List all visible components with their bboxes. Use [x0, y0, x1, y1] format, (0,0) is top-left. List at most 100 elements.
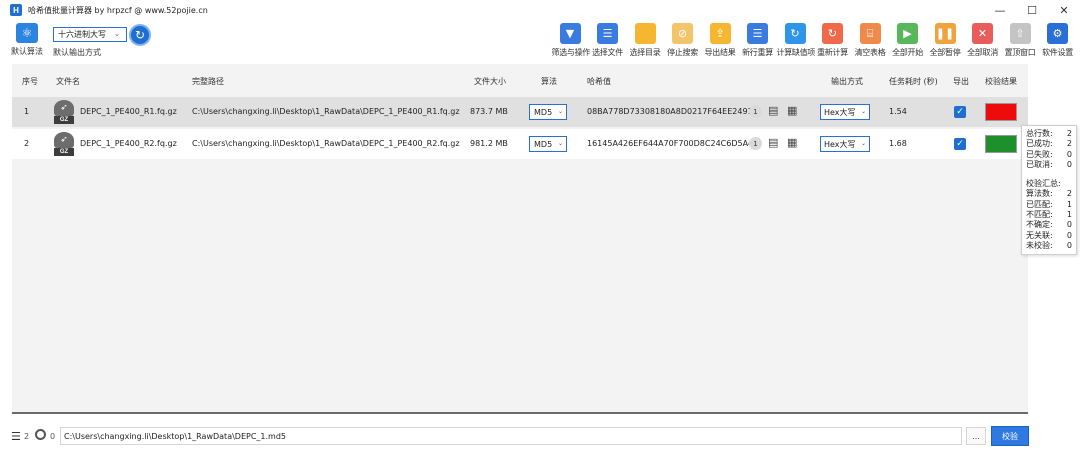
default-algo-button[interactable]: ⚛ 默认算法	[9, 23, 45, 57]
chevron-down-icon: ⌄	[557, 140, 563, 147]
verify-algo-count: 算法数: 2	[1026, 189, 1072, 199]
row-size: 981.2 MB	[470, 139, 508, 148]
export-results-label: 导出结果	[704, 48, 736, 57]
pause-all-button[interactable]: ❚❚ 全部暂停	[927, 23, 964, 58]
row-hash: 16145A426EF644A70F700D8C24C6D5A4	[587, 139, 754, 148]
header-index[interactable]: 序号	[22, 76, 38, 87]
pin-window-button[interactable]: ⇧ 置顶窗口	[1002, 23, 1039, 58]
header-hash[interactable]: 哈希值	[587, 76, 611, 87]
row-output-select[interactable]: Hex大写 ⌄	[820, 104, 870, 120]
recalculate-button[interactable]: ↻ 重新计算	[814, 23, 851, 58]
chevron-down-icon: ⌄	[860, 140, 866, 147]
row-output-value: Hex大写	[824, 107, 856, 117]
table-row[interactable]: 2 ➶ GZ DEPC_1_PE400_R2.fq.gz C:\Users\ch…	[12, 129, 1028, 159]
stop-search-label: 停止搜索	[667, 48, 698, 57]
row-index: 2	[24, 139, 30, 148]
atom-icon: ⚛	[16, 23, 38, 43]
document-icon[interactable]: ▤	[768, 104, 779, 118]
calc-missing-icon: ↻	[784, 23, 806, 44]
row-time: 1.54	[889, 107, 907, 116]
refresh-format-button[interactable]: ↻	[129, 24, 151, 46]
calc-missing-label: 计算缺值项	[776, 48, 816, 57]
app-icon: H	[10, 4, 22, 16]
verify-mismatched: 不匹配: 1	[1026, 210, 1072, 220]
document-icon[interactable]: ▤	[768, 136, 779, 150]
target-icon[interactable]	[35, 429, 46, 440]
select-folder-button[interactable]: 选择目录	[627, 23, 664, 58]
clear-table-label: 清空表格	[854, 48, 886, 57]
refresh-icon: ↻	[134, 28, 146, 42]
verify-summary-title: 校验汇总:	[1026, 179, 1061, 189]
export-results-button[interactable]: ⇪ 导出结果	[702, 23, 739, 58]
pin-window-icon: ⇧	[1009, 23, 1031, 44]
start-all-button[interactable]: ▶ 全部开始	[889, 23, 926, 58]
pause-all-icon: ❚❚	[934, 23, 956, 44]
header-filename[interactable]: 文件名	[56, 76, 80, 87]
browse-button[interactable]: ...	[966, 427, 986, 445]
clear-table-icon: ⌸	[859, 23, 881, 44]
new-row-recalc-icon: ☰	[747, 23, 768, 44]
header-output[interactable]: 输出方式	[831, 76, 863, 87]
settings-icon: ⚙	[1047, 23, 1068, 44]
header-size[interactable]: 文件大小	[474, 76, 506, 87]
row-export-checkbox[interactable]: ✓	[954, 138, 966, 150]
file-table: 序号 文件名 完整路径 文件大小 算法 哈希值 输出方式 任务耗时 (秒) 导出…	[12, 64, 1028, 414]
calc-missing-button[interactable]: ↻ 计算缺值项	[776, 23, 816, 58]
cancel-all-label: 全部取消	[967, 48, 998, 57]
chevron-down-icon: ⌄	[557, 108, 563, 115]
row-algo-select[interactable]: MD5 ⌄	[529, 104, 567, 120]
row-count: 2	[24, 432, 30, 441]
stat-success: 已成功: 2	[1026, 139, 1072, 149]
stop-search-button[interactable]: ⊘ 停止搜索	[664, 23, 701, 58]
maximize-button[interactable]: ☐	[1016, 0, 1048, 20]
verify-unrelated: 无关联: 0	[1026, 230, 1072, 240]
recalculate-icon: ↻	[822, 23, 843, 44]
select-file-button[interactable]: ☰ 选择文件	[589, 23, 626, 58]
row-algo-value: MD5	[534, 139, 553, 149]
header-result[interactable]: 校验结果	[985, 76, 1017, 87]
table-row[interactable]: 1 ➶ GZ DEPC_1_PE400_R1.fq.gz C:\Users\ch…	[12, 97, 1028, 127]
new-row-recalc-button[interactable]: ☰ 新行重算	[739, 23, 776, 58]
verify-matched: 已匹配: 1	[1026, 199, 1072, 209]
menu-icon[interactable]: ☰	[11, 430, 21, 443]
document-edit-icon[interactable]: ▦	[787, 104, 798, 118]
header-export[interactable]: 导出	[953, 76, 969, 87]
export-results-icon: ⇪	[709, 23, 731, 44]
settings-button[interactable]: ⚙ 软件设置	[1039, 23, 1076, 58]
row-algo-select[interactable]: MD5 ⌄	[529, 136, 567, 152]
header-path[interactable]: 完整路径	[192, 76, 224, 87]
row-hash-count-badge[interactable]: 1	[749, 137, 762, 150]
start-all-label: 全部开始	[892, 48, 923, 57]
row-export-checkbox[interactable]: ✓	[954, 106, 966, 118]
chevron-down-icon: ⌄	[114, 30, 120, 38]
row-time: 1.68	[889, 139, 907, 148]
verify-uncertain: 不确定: 0	[1026, 220, 1072, 230]
verify-file-input[interactable]: C:\Users\changxing.li\Desktop\1_RawData\…	[60, 427, 962, 445]
default-algo-label: 默认算法	[11, 47, 43, 56]
close-button[interactable]: ✕	[1048, 0, 1080, 20]
header-time[interactable]: 任务耗时 (秒)	[889, 76, 938, 87]
new-row-recalc-label: 新行重算	[742, 48, 773, 57]
row-output-select[interactable]: Hex大写 ⌄	[820, 136, 870, 152]
row-hash-count-badge[interactable]: 1	[749, 105, 762, 118]
row-output-value: Hex大写	[824, 139, 856, 149]
document-edit-icon[interactable]: ▦	[787, 136, 798, 150]
select-file-icon: ☰	[597, 23, 618, 44]
window-title: 哈希值批量计算器 by hrpzcf @ www.52pojie.cn	[28, 5, 208, 15]
cancel-all-button[interactable]: ✕ 全部取消	[964, 23, 1001, 58]
filter-button[interactable]: ▼ 筛选与操作	[552, 23, 590, 58]
settings-label: 软件设置	[1042, 48, 1073, 57]
clear-table-button[interactable]: ⌸ 清空表格	[852, 23, 889, 58]
summary-tooltip: 总行数: 2 已成功: 2 已失败: 0 已取消: 0 校验汇总: 算法数: 2 已匹配:…	[1021, 125, 1077, 255]
row-hash: 08BA778D73308180A8D0217F64EE2491	[587, 107, 753, 116]
verify-button[interactable]: 校验	[991, 426, 1029, 446]
chevron-down-icon: ⌄	[860, 108, 866, 115]
header-algo[interactable]: 算法	[541, 76, 557, 87]
bottom-bar: ☰ 2 0 C:\Users\changxing.li\Desktop\1_Ra…	[0, 420, 1080, 456]
minimize-button[interactable]: —	[984, 0, 1016, 20]
row-path: C:\Users\changxing.li\Desktop\1_RawData\…	[192, 107, 460, 116]
pin-window-label: 置顶窗口	[1004, 48, 1036, 57]
select-folder-label: 选择目录	[629, 48, 661, 57]
default-format-select[interactable]: 十六进制大写 ⌄	[53, 27, 127, 42]
stat-failed: 已失败: 0	[1026, 149, 1072, 159]
